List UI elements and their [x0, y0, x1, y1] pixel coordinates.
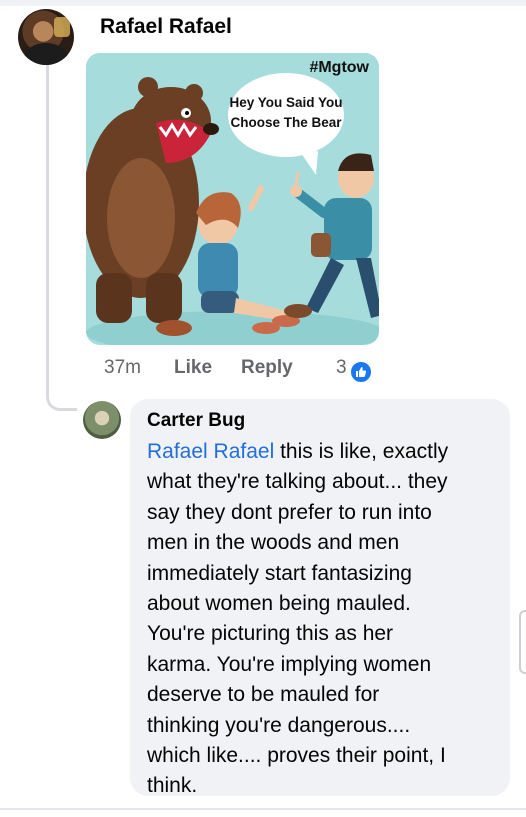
mention-link[interactable]: Rafael Rafael	[147, 440, 274, 463]
reply-author-name[interactable]: Carter Bug	[147, 410, 245, 432]
comment-line: this is like, exactly	[274, 440, 449, 463]
comment-line: deserve to be mauled for	[147, 683, 380, 707]
avatar-carter[interactable]	[83, 401, 121, 439]
speech-line-2: Choose The Bear	[230, 115, 342, 130]
post-author-name[interactable]: Rafael Rafael	[100, 15, 232, 39]
top-divider	[0, 0, 526, 6]
comment-line: thinking you're dangerous....	[147, 713, 411, 737]
reply-comment-bubble: Carter Bug Rafael Rafael this is like, e…	[130, 399, 510, 797]
like-button[interactable]: Like	[174, 357, 212, 379]
comment-line: which like.... proves their point, I	[147, 744, 446, 768]
comment-line: men in the woods and men	[147, 531, 400, 555]
meme-illustration: Hey You Said You Choose The Bear	[86, 53, 379, 345]
speech-line-1: Hey You Said You	[229, 95, 342, 110]
comment-line: karma. You're implying women	[147, 652, 432, 676]
reply-comment-text: Rafael Rafael this is like, exactly what …	[147, 437, 497, 802]
post-timestamp[interactable]: 37m	[104, 357, 141, 379]
comment-line: immediately start fantasizing	[147, 561, 412, 585]
bottom-divider	[0, 808, 526, 810]
scrollbar-edge[interactable]	[519, 610, 526, 674]
like-thumb-icon[interactable]	[349, 360, 373, 384]
avatar-rafael[interactable]	[18, 9, 74, 65]
comment-line: what they're talking about... they	[147, 470, 448, 494]
meme-hashtag: #Mgtow	[309, 59, 369, 76]
comment-line: You're picturing this as her	[147, 622, 394, 646]
reply-button[interactable]: Reply	[241, 357, 293, 379]
comment-line: think.	[147, 774, 198, 798]
comment-line: about women being mauled.	[147, 592, 411, 616]
comment-line: say they dont prefer to run into	[147, 500, 432, 524]
meme-image[interactable]: Hey You Said You Choose The Bear #Mgtow	[86, 53, 379, 345]
thread-connector-line	[46, 60, 77, 411]
reaction-count[interactable]: 3	[336, 357, 347, 379]
